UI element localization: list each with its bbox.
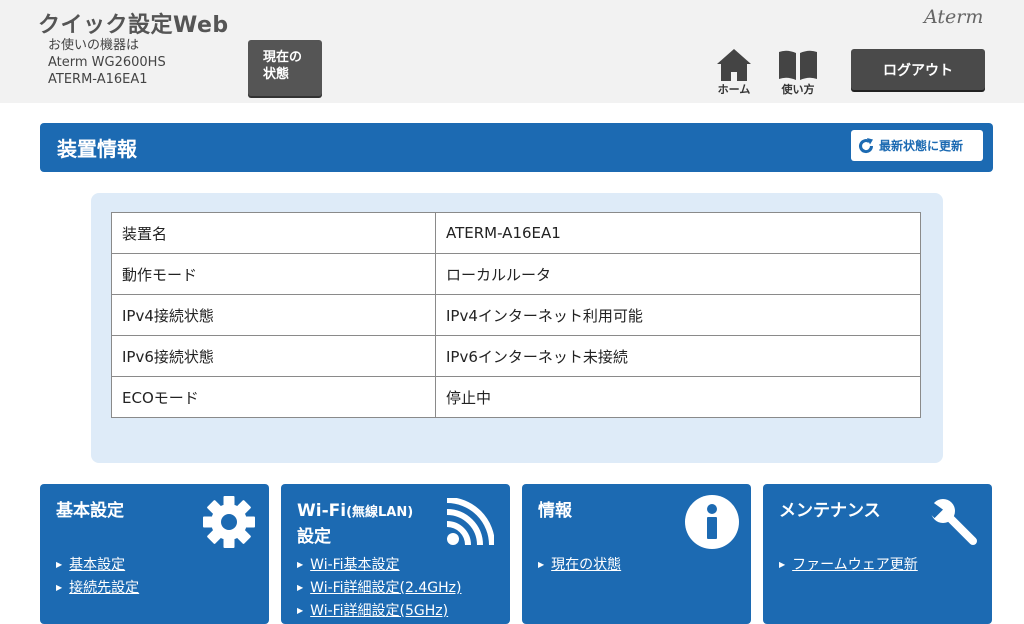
bullet-arrow-icon: ▶	[297, 606, 304, 615]
header: クイック設定Web お使いの機器は Aterm WG2600HS ATERM-A…	[0, 0, 1024, 103]
info-value: ローカルルータ	[435, 253, 921, 295]
app-title: クイック設定Web	[38, 13, 229, 38]
brand-logo: Aterm	[924, 6, 984, 28]
device-info-panel: 装置名 ATERM-A16EA1 動作モード ローカルルータ IPv4接続状態 …	[91, 193, 943, 463]
wifi-icon	[446, 498, 494, 546]
current-status-label-line2: 状態	[263, 67, 290, 82]
card-title: Wi-Fi(無線LAN) 設定	[297, 501, 414, 547]
card-title: 情報	[538, 501, 572, 521]
card-basic-settings: 基本設定 ▶ 基本設定 ▶ 接続先設定	[40, 484, 269, 624]
link-firmware-update[interactable]: ▶ ファームウェア更新	[779, 554, 918, 574]
table-row: 装置名 ATERM-A16EA1	[111, 212, 921, 254]
link-wifi-detail-24ghz[interactable]: ▶ Wi-Fi詳細設定(2.4GHz)	[297, 577, 461, 597]
device-label: お使いの機器は	[48, 38, 140, 53]
device-model: Aterm WG2600HS	[48, 55, 166, 70]
card-information: 情報 ▶ 現在の状態	[522, 484, 751, 624]
help-button[interactable]: 使い方	[776, 48, 820, 100]
card-wifi-settings: Wi-Fi(無線LAN) 設定 ▶ Wi-Fi基本設定 ▶ Wi-Fi詳細設定(2.…	[281, 484, 510, 624]
info-key: IPv4接続状態	[111, 294, 436, 336]
section-title: 装置情報	[57, 137, 137, 161]
link-basic-settings[interactable]: ▶ 基本設定	[56, 554, 125, 574]
info-value: ATERM-A16EA1	[435, 212, 921, 254]
bullet-arrow-icon: ▶	[56, 560, 63, 569]
refresh-label: 最新状態に更新	[879, 139, 964, 153]
info-value: 停止中	[435, 376, 921, 418]
refresh-icon	[859, 137, 874, 153]
info-key: 装置名	[111, 212, 436, 254]
bullet-arrow-icon: ▶	[56, 583, 63, 592]
help-label: 使い方	[781, 83, 815, 96]
bullet-arrow-icon: ▶	[297, 583, 304, 592]
device-name: ATERM-A16EA1	[48, 72, 148, 87]
link-current-status[interactable]: ▶ 現在の状態	[538, 554, 621, 574]
home-icon	[717, 49, 751, 81]
link-connection-settings[interactable]: ▶ 接続先設定	[56, 577, 139, 597]
current-status-label-line1: 現在の	[263, 50, 303, 65]
info-value: IPv6インターネット未接続	[435, 335, 921, 377]
section-header: 装置情報 最新状態に更新	[40, 123, 993, 172]
current-status-button[interactable]: 現在の 状態	[248, 40, 322, 96]
wrench-icon	[928, 499, 977, 545]
refresh-button[interactable]: 最新状態に更新	[851, 130, 983, 161]
info-key: ECOモード	[111, 376, 436, 418]
bullet-arrow-icon: ▶	[779, 560, 786, 569]
table-row: ECOモード 停止中	[111, 376, 921, 418]
table-row: IPv6接続状態 IPv6インターネット未接続	[111, 335, 921, 377]
info-key: IPv6接続状態	[111, 335, 436, 377]
device-info-table: 装置名 ATERM-A16EA1 動作モード ローカルルータ IPv4接続状態 …	[111, 212, 921, 418]
home-label: ホーム	[717, 83, 751, 96]
book-icon	[779, 50, 817, 80]
bullet-arrow-icon: ▶	[297, 560, 304, 569]
table-row: 動作モード ローカルルータ	[111, 253, 921, 295]
link-wifi-basic[interactable]: ▶ Wi-Fi基本設定	[297, 554, 400, 574]
info-key: 動作モード	[111, 253, 436, 295]
home-button[interactable]: ホーム	[712, 48, 756, 100]
card-title: メンテナンス	[779, 501, 881, 521]
logout-button[interactable]: ログアウト	[851, 49, 985, 90]
table-row: IPv4接続状態 IPv4インターネット利用可能	[111, 294, 921, 336]
info-icon	[685, 495, 739, 549]
link-wifi-detail-5ghz[interactable]: ▶ Wi-Fi詳細設定(5GHz)	[297, 600, 448, 620]
gear-icon	[203, 496, 255, 548]
info-value: IPv4インターネット利用可能	[435, 294, 921, 336]
bullet-arrow-icon: ▶	[538, 560, 545, 569]
card-title: 基本設定	[56, 501, 124, 521]
card-maintenance: メンテナンス ▶ ファームウェア更新	[763, 484, 992, 624]
